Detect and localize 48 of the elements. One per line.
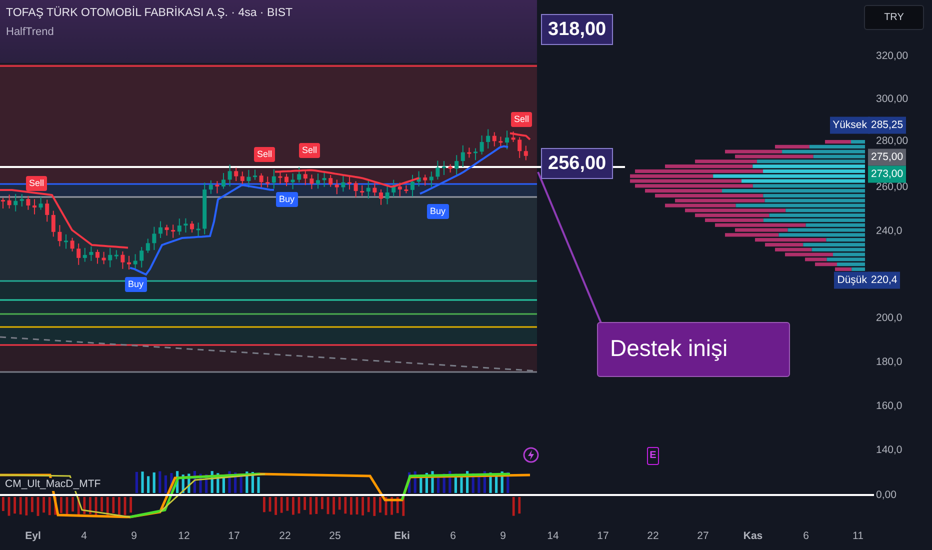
buy-signal-label: Buy (276, 192, 298, 207)
chart-title: TOFAŞ TÜRK OTOMOBİL FABRİKASI A.Ş. · 4sa · BIST (6, 8, 293, 20)
price-tag: 285,25 (868, 116, 906, 134)
price-axis-label: 240,0 (874, 224, 904, 238)
price-callout: 256,00 (541, 148, 614, 179)
currency-button[interactable]: TRY (864, 5, 924, 30)
price-tag: 220,4 (868, 272, 900, 288)
price-axis-label: 300,00 (874, 92, 910, 106)
price-axis-label: 140,0 (874, 444, 904, 456)
annotation-note: Destek inişi (597, 322, 790, 377)
time-axis-label: 11 (852, 531, 864, 542)
time-axis-label: 9 (131, 531, 137, 542)
time-axis-label: 17 (597, 531, 609, 542)
price-axis-label: 200,0 (874, 312, 904, 324)
sell-signal-label: Sell (299, 143, 320, 158)
time-axis-label: 6 (450, 531, 456, 542)
oscillator-name: CM_Ult_MacD_MTF (3, 478, 103, 490)
time-axis-label: 14 (547, 531, 559, 542)
price-axis-label: 180,0 (874, 356, 904, 368)
price-axis-label: 320,00 (874, 50, 910, 62)
price-tag: 275,00 (868, 148, 906, 166)
time-axis-label: Kas (743, 531, 763, 542)
time-axis-label: 25 (329, 531, 341, 542)
sell-signal-label: Sell (254, 147, 276, 162)
lightning-icon[interactable] (523, 447, 539, 463)
sell-signal-label: Sell (26, 176, 48, 191)
oscillator-axis-label: 0,00 (874, 488, 898, 502)
time-axis-label: Eyl (25, 531, 41, 542)
price-axis-label: 280,00 (874, 134, 910, 148)
price-axis-label: 160,0 (874, 400, 904, 412)
time-axis-label: 4 (81, 531, 87, 542)
price-callout: 318,00 (541, 14, 614, 45)
time-axis-label: 17 (228, 531, 240, 542)
time-axis-label: 22 (279, 531, 291, 542)
sell-signal-label: Sell (511, 112, 532, 127)
time-axis-label: 27 (697, 531, 709, 542)
time-axis-label: Eki (394, 531, 410, 542)
price-tag-label: Yüksek (830, 116, 870, 134)
time-axis-label: 6 (803, 531, 809, 542)
buy-signal-label: Buy (125, 277, 147, 292)
indicator-name: HalfTrend (6, 27, 54, 38)
price-tag: 273,00 (868, 166, 906, 182)
earnings-marker[interactable]: E (647, 447, 659, 465)
time-axis-label: 12 (178, 531, 190, 542)
buy-signal-label: Buy (427, 204, 449, 219)
time-axis-label: 22 (647, 531, 659, 542)
price-tag-label: Düşük (834, 272, 870, 288)
time-axis-label: 9 (500, 531, 506, 542)
